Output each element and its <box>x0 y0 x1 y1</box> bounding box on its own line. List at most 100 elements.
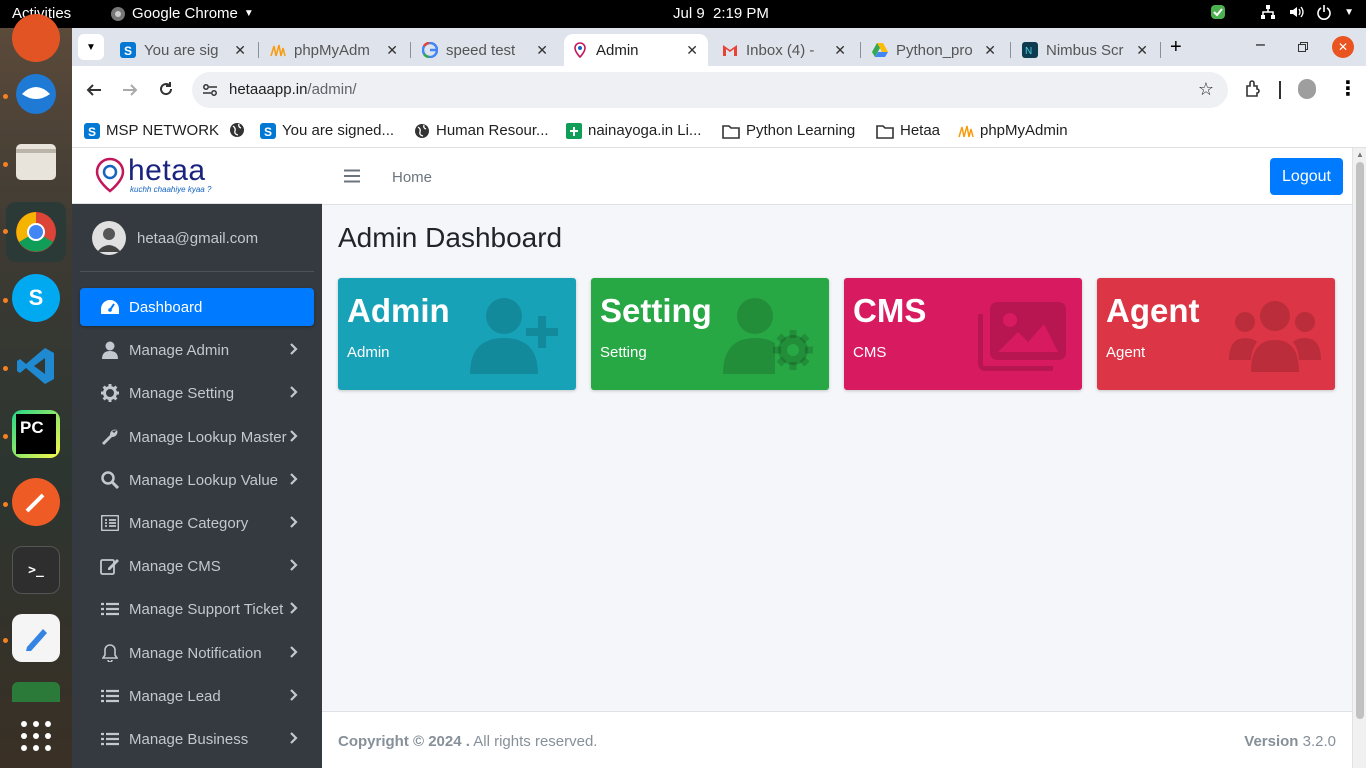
info-box-agent[interactable]: Agent Agent <box>1097 278 1335 390</box>
terminal-icon[interactable]: >_ <box>12 546 60 594</box>
close-icon[interactable]: ✕ <box>536 42 548 59</box>
running-indicator <box>3 434 8 439</box>
scroll-up-icon[interactable]: ▲ <box>1356 150 1364 159</box>
tab-gmail[interactable]: Inbox (4) - ✕ <box>714 34 856 66</box>
app-menu[interactable]: Google Chrome ▼ <box>110 5 254 22</box>
app-name: Google Chrome <box>132 5 238 22</box>
bookmark-human-resources[interactable]: Human Resour... <box>414 122 549 139</box>
system-tray[interactable]: ▼ <box>1210 4 1354 20</box>
tab-title: speed test <box>446 41 516 59</box>
tab-title: Admin <box>596 41 639 59</box>
postman-icon[interactable] <box>12 478 60 526</box>
text-editor-icon[interactable] <box>12 614 60 662</box>
browser-window: ▼ S You are sig ✕ phpMyAdm ✕ speed test … <box>72 28 1366 768</box>
hamburger-menu-icon[interactable] <box>344 169 360 183</box>
sidebar-item-manage-category[interactable]: Manage Category <box>80 504 314 542</box>
sidebar-item-label: Manage Lookup Master <box>129 428 287 446</box>
close-window-icon[interactable]: ✕ <box>1332 36 1354 58</box>
tab-skype[interactable]: S You are sig ✕ <box>112 34 256 66</box>
sidebar-item-manage-business[interactable]: Manage Business <box>80 720 314 758</box>
new-tab-icon[interactable]: + <box>1170 36 1182 59</box>
bookmark-label: nainayoga.in Li... <box>588 122 702 139</box>
box-heading: CMS <box>853 292 927 329</box>
bookmark-msp-network[interactable]: S MSP NETWORK <box>84 122 219 139</box>
tab-admin[interactable]: Admin ✕ <box>564 34 708 66</box>
extensions-icon[interactable] <box>1244 80 1262 98</box>
bookmark-python-learning[interactable]: Python Learning <box>722 122 855 139</box>
sidebar-item-manage-support-ticket[interactable]: Manage Support Ticket <box>80 590 314 628</box>
version-number: 3.2.0 <box>1298 733 1336 750</box>
brand-logo[interactable]: hetaa kuchh chaahiye kyaa ? <box>72 148 322 204</box>
bookmark-hetaa[interactable]: Hetaa <box>876 122 940 139</box>
logout-button[interactable]: Logout <box>1270 158 1343 195</box>
sidebar-item-manage-setting[interactable]: Manage Setting <box>80 374 314 412</box>
minimize-icon[interactable]: – <box>1256 36 1265 54</box>
back-arrow-icon[interactable] <box>86 82 102 98</box>
sidebar-item-label: Manage Business <box>129 730 249 748</box>
close-icon[interactable]: ✕ <box>234 42 246 59</box>
skype-s-icon: S <box>260 122 276 139</box>
list-icon <box>100 599 120 619</box>
footer-copyright: Copyright © 2024 . All rights reserved. <box>338 733 597 750</box>
tab-nimbus[interactable]: N Nimbus Scr ✕ <box>1014 34 1158 66</box>
clock-date: Jul 9 <box>673 5 705 22</box>
maximize-icon[interactable] <box>1298 42 1308 52</box>
bookmark-nainayoga[interactable]: nainayoga.in Li... <box>566 122 701 139</box>
sidebar-item-manage-lookup-value[interactable]: Manage Lookup Value <box>80 461 314 499</box>
bookmark-star-icon[interactable]: ☆ <box>1198 79 1214 100</box>
clock[interactable]: Jul 9 2:19 PM <box>673 5 769 22</box>
sidebar-item-manage-lead[interactable]: Manage Lead <box>80 677 314 715</box>
sidebar-item-manage-admin[interactable]: Manage Admin <box>80 331 314 369</box>
tab-phpmyadmin[interactable]: phpMyAdm ✕ <box>262 34 408 66</box>
bookmark-phpmyadmin[interactable]: phpMyAdmin <box>958 122 1068 139</box>
sidebar-item-manage-notification[interactable]: Manage Notification <box>80 634 314 672</box>
box-subtext: Admin <box>347 344 390 361</box>
home-link[interactable]: Home <box>392 169 432 186</box>
show-apps-icon[interactable] <box>12 712 60 760</box>
site-info-icon[interactable] <box>202 82 218 98</box>
box-heading: Agent <box>1106 292 1200 329</box>
tab-strip: ▼ S You are sig ✕ phpMyAdm ✕ speed test … <box>72 28 1366 66</box>
close-icon[interactable]: ✕ <box>686 42 698 59</box>
bookmark-you-are-signed[interactable]: S You are signed... <box>260 122 394 139</box>
chevron-right-icon <box>290 732 298 744</box>
files-icon[interactable] <box>12 138 60 186</box>
sidebar-item-manage-lookup-master[interactable]: Manage Lookup Master <box>80 418 314 456</box>
close-icon[interactable]: ✕ <box>1136 42 1148 59</box>
close-icon[interactable]: ✕ <box>834 42 846 59</box>
close-icon[interactable]: ✕ <box>984 42 996 59</box>
bookmark-globe[interactable] <box>229 122 245 138</box>
url-text[interactable]: hetaaapp.in/admin/ <box>229 81 357 98</box>
vscode-icon[interactable] <box>12 342 60 390</box>
sidebar-item-manage-cms[interactable]: Manage CMS <box>80 547 314 585</box>
scroll-thumb[interactable] <box>1356 162 1364 719</box>
tab-speed-test[interactable]: speed test ✕ <box>414 34 558 66</box>
app-icon[interactable] <box>12 682 60 702</box>
skype-icon[interactable]: S <box>12 274 60 322</box>
forward-arrow-icon[interactable] <box>122 82 138 98</box>
tab-separator <box>410 42 411 58</box>
scrollbar[interactable]: ▲ <box>1352 148 1366 768</box>
info-box-admin[interactable]: Admin Admin <box>338 278 576 390</box>
info-box-setting[interactable]: Setting Setting <box>591 278 829 390</box>
profile-avatar-icon[interactable] <box>1298 79 1316 99</box>
sidebar-item-dashboard[interactable]: Dashboard <box>80 288 314 326</box>
toolbar-divider <box>1279 81 1281 99</box>
firefox-icon[interactable] <box>12 14 60 62</box>
close-icon[interactable]: ✕ <box>386 42 398 59</box>
chevron-right-icon <box>290 473 298 485</box>
address-bar[interactable]: hetaaapp.in/admin/ ☆ <box>192 72 1228 108</box>
thunderbird-icon[interactable] <box>12 70 60 118</box>
pycharm-icon[interactable]: PC <box>12 410 60 458</box>
reload-icon[interactable] <box>158 81 174 97</box>
info-box-cms[interactable]: CMS CMS <box>844 278 1082 390</box>
tab-separator <box>1160 42 1161 58</box>
chrome-icon[interactable] <box>6 202 66 262</box>
running-indicator <box>3 94 8 99</box>
tab-search-button[interactable]: ▼ <box>78 34 104 60</box>
running-indicator <box>3 638 8 643</box>
more-menu-icon[interactable]: ⋮ <box>1338 76 1358 101</box>
skype-s-icon: S <box>120 42 136 58</box>
tab-drive[interactable]: Python_pro ✕ <box>864 34 1006 66</box>
user-panel[interactable]: hetaa@gmail.com <box>80 204 314 272</box>
